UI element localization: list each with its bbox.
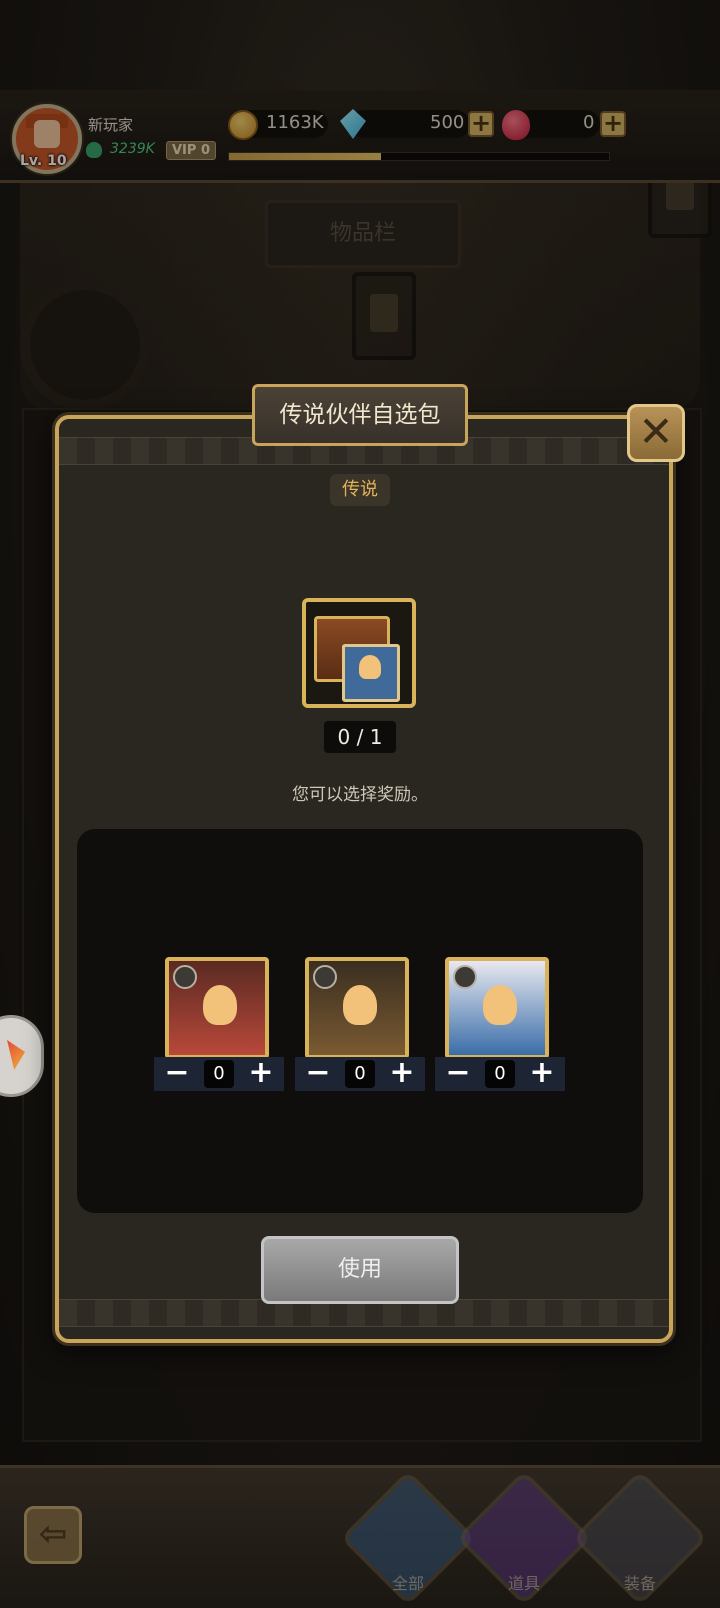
- element-badge-icon: [453, 965, 477, 989]
- increase-button[interactable]: +: [244, 1057, 278, 1091]
- element-badge-icon: [313, 965, 337, 989]
- rarity-tag: 传说: [330, 474, 390, 506]
- hero-card-3[interactable]: [445, 957, 549, 1059]
- close-button[interactable]: ✕: [627, 404, 685, 462]
- dialog-title: 传说伙伴自选包: [252, 384, 468, 446]
- hero-portrait: [203, 985, 237, 1025]
- quantity-stepper-2: − 0 +: [295, 1057, 425, 1091]
- quantity-value: 0: [204, 1060, 234, 1088]
- hero-portrait-icon: [342, 644, 400, 702]
- hero-portrait: [483, 985, 517, 1025]
- decrease-button[interactable]: −: [160, 1057, 194, 1091]
- decrease-button[interactable]: −: [441, 1057, 475, 1091]
- quantity-stepper-1: − 0 +: [154, 1057, 284, 1091]
- back-button[interactable]: ⇦: [24, 1506, 82, 1564]
- increase-button[interactable]: +: [525, 1057, 559, 1091]
- tab-equipment-label: 装备: [623, 1574, 656, 1593]
- decrease-button[interactable]: −: [301, 1057, 335, 1091]
- use-button[interactable]: 使用: [261, 1236, 459, 1304]
- hero-portrait: [343, 985, 377, 1025]
- hero-card-1[interactable]: [165, 957, 269, 1059]
- quantity-value: 0: [485, 1060, 515, 1088]
- selection-counter: 0 / 1: [324, 721, 396, 753]
- hero-card-2[interactable]: [305, 957, 409, 1059]
- quantity-stepper-3: − 0 +: [435, 1057, 565, 1091]
- element-badge-icon: [173, 965, 197, 989]
- tab-items-label: 道具: [507, 1574, 540, 1593]
- selection-hint: 您可以选择奖励。: [292, 785, 428, 805]
- tab-all-label: 全部: [391, 1574, 424, 1593]
- pack-icon: [302, 598, 416, 708]
- quantity-value: 0: [345, 1060, 375, 1088]
- increase-button[interactable]: +: [385, 1057, 419, 1091]
